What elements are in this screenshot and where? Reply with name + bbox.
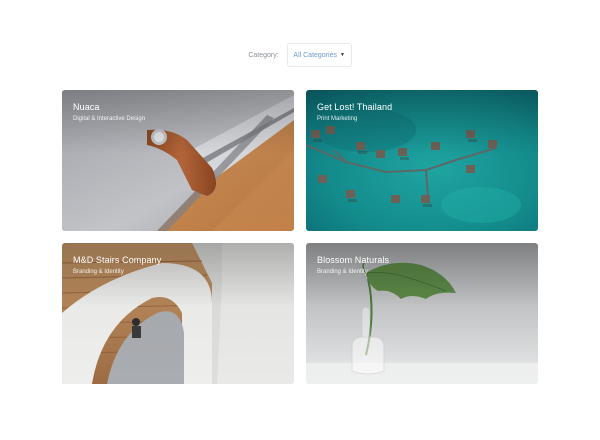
card-category: Digital & Interactive Design [73, 116, 146, 122]
card-title: Nuaca [73, 102, 100, 112]
card-category: Print Marketing [317, 116, 358, 122]
category-filter-label: Category: [248, 51, 279, 59]
caret-down-icon: ▼ [339, 51, 345, 58]
card-title: Get Lost! Thailand [317, 102, 393, 112]
category-filter: Category: All Categories ▼ [0, 43, 600, 67]
category-select[interactable]: All Categories ▼ [286, 43, 352, 67]
portfolio-card-blossom-naturals[interactable]: Blossom Naturals Branding & Identity [306, 243, 538, 384]
portfolio-card-get-lost-thailand[interactable]: Get Lost! Thailand Print Marketing [306, 90, 538, 231]
card-category: Branding & Identity [317, 269, 368, 275]
portfolio-card-md-stairs-company[interactable]: M&D Stairs Company Branding & Identity [62, 243, 294, 384]
card-title: Blossom Naturals [317, 255, 390, 265]
card-title: M&D Stairs Company [73, 255, 162, 265]
category-select-value: All Categories [293, 51, 337, 59]
portfolio-card-nuaca[interactable]: Nuaca Digital & Interactive Design [62, 90, 294, 231]
portfolio-page: Category: All Categories ▼ Nuaca Digital… [0, 0, 600, 440]
card-category: Branding & Identity [73, 269, 124, 275]
portfolio-grid: Nuaca Digital & Interactive Design Get L… [62, 90, 538, 384]
